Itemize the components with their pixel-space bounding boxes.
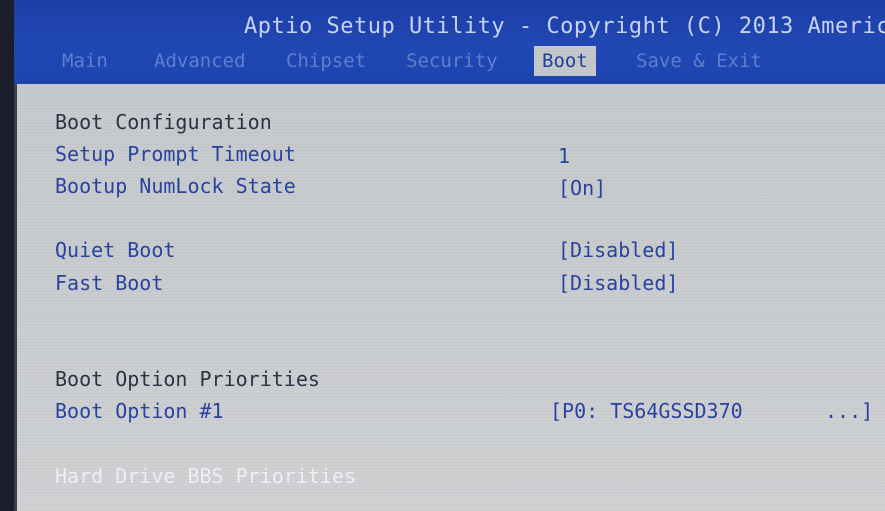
- setup-prompt-timeout-value[interactable]: 1: [558, 144, 570, 168]
- fast-boot-value[interactable]: [Disabled]: [558, 271, 678, 295]
- quiet-boot-value[interactable]: [Disabled]: [558, 238, 678, 262]
- section-boot-option-priorities: Boot Option Priorities: [55, 367, 320, 391]
- window-title: Aptio Setup Utility - Copyright (C) 2013…: [244, 14, 885, 39]
- boot-settings-panel: Boot Configuration Setup Prompt Timeout …: [14, 84, 885, 511]
- setup-prompt-timeout-label[interactable]: Setup Prompt Timeout: [55, 142, 296, 166]
- menu-tabs: Main Advanced Chipset Security Boot Save…: [14, 46, 885, 76]
- tab-save-exit[interactable]: Save & Exit: [636, 50, 762, 72]
- bios-screen: Aptio Setup Utility - Copyright (C) 2013…: [14, 0, 885, 511]
- bootup-numlock-state-label[interactable]: Bootup NumLock State: [55, 174, 296, 198]
- tab-main[interactable]: Main: [62, 50, 108, 72]
- section-boot-configuration: Boot Configuration: [55, 110, 272, 134]
- tab-advanced[interactable]: Advanced: [154, 50, 246, 72]
- tab-security[interactable]: Security: [406, 50, 498, 72]
- quiet-boot-label[interactable]: Quiet Boot: [55, 238, 175, 262]
- boot-option-1-label[interactable]: Boot Option #1: [55, 399, 224, 423]
- tab-chipset[interactable]: Chipset: [286, 50, 366, 72]
- hard-drive-bbs-priorities-submenu[interactable]: Hard Drive BBS Priorities: [55, 464, 356, 488]
- bios-header: Aptio Setup Utility - Copyright (C) 2013…: [14, 0, 885, 84]
- tab-boot[interactable]: Boot: [534, 46, 596, 76]
- boot-option-1-value-end[interactable]: ...]: [825, 399, 873, 423]
- boot-option-1-value[interactable]: [P0: TS64GSSD370: [550, 399, 743, 423]
- bootup-numlock-state-value[interactable]: [On]: [558, 176, 606, 200]
- fast-boot-label[interactable]: Fast Boot: [55, 271, 163, 295]
